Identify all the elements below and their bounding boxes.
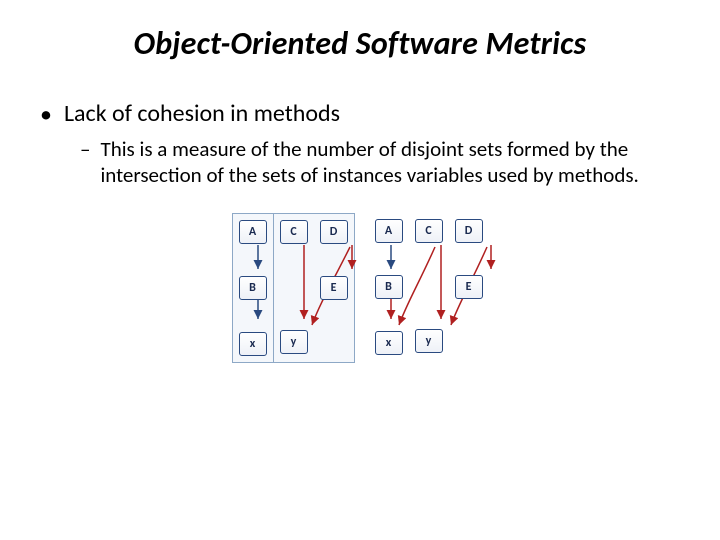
col-A2: A B x	[375, 219, 403, 357]
node-E: E	[320, 276, 348, 300]
bullet-main-text: Lack of cohesion in methods	[64, 99, 340, 128]
bullet-sub-text: This is a measure of the number of disjo…	[100, 136, 680, 189]
col-D2: D E	[455, 219, 483, 357]
col-A: A B x	[239, 220, 267, 356]
node-E: E	[455, 275, 483, 299]
node-D: D	[455, 219, 483, 243]
node-D: D	[320, 220, 348, 244]
bullet-dot-icon: •	[40, 99, 52, 130]
slide-title: Object-Oriented Software Metrics	[40, 24, 680, 63]
left-subgroup-1: A B x	[232, 213, 274, 363]
node-A: A	[239, 220, 267, 244]
diagram-area: A B x C y D	[40, 207, 680, 371]
node-x: x	[375, 331, 403, 355]
node-A: A	[375, 219, 403, 243]
bullet-level-2: – This is a measure of the number of dis…	[80, 136, 680, 189]
col-C: C y	[280, 220, 308, 356]
node-C: C	[280, 220, 308, 244]
left-subgroup-2: C y D E	[273, 213, 355, 363]
bullet-dash-icon: –	[80, 136, 90, 162]
col-D: D E	[320, 220, 348, 356]
node-B: B	[239, 276, 267, 300]
slide-content: Object-Oriented Software Metrics • Lack …	[0, 0, 720, 371]
node-C: C	[415, 219, 443, 243]
node-y: y	[280, 330, 308, 354]
cohesion-diagram: A B x C y D	[222, 207, 499, 371]
node-B: B	[375, 275, 403, 299]
node-x: x	[239, 332, 267, 356]
bullet-level-1: • Lack of cohesion in methods	[40, 99, 680, 130]
col-C2: C y	[415, 219, 443, 357]
left-figure: A B x C y D	[232, 213, 355, 363]
node-y: y	[415, 329, 443, 353]
right-figure: A B x C y D E	[369, 213, 489, 363]
